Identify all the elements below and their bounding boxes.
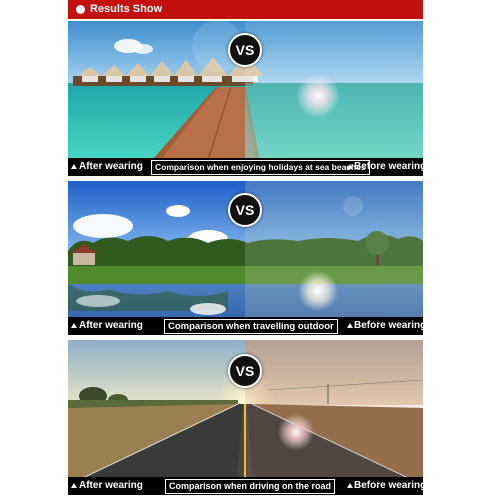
- before-wearing-label: Before wearing: [354, 480, 423, 491]
- up-triangle-icon: [71, 164, 77, 169]
- vs-badge: VS: [228, 33, 262, 67]
- comparison-panel-road: VS After wearing Comparison when driving…: [68, 340, 423, 495]
- caption-bar: After wearing Comparison when travelling…: [68, 317, 423, 335]
- comparison-panel-outdoor: VS After wearing Comparison when travell…: [68, 181, 423, 335]
- up-triangle-icon: [347, 164, 353, 169]
- up-triangle-icon: [71, 323, 77, 328]
- before-wearing-label: Before wearing: [354, 320, 423, 331]
- after-wearing-label: After wearing: [79, 161, 143, 172]
- caption-bar: After wearing Comparison when driving on…: [68, 477, 423, 495]
- after-wearing-label: After wearing: [79, 320, 143, 331]
- comparison-caption: Comparison when enjoying holidays at sea…: [151, 160, 370, 175]
- results-header: Results Show: [68, 0, 423, 19]
- before-wearing-label: Before wearing: [354, 161, 423, 172]
- header-title: Results Show: [90, 3, 163, 15]
- up-triangle-icon: [347, 483, 353, 488]
- header-bullet-icon: [76, 5, 85, 14]
- comparison-caption: Comparison when travelling outdoor: [164, 319, 338, 334]
- after-wearing-label: After wearing: [79, 480, 143, 491]
- vs-badge: VS: [228, 354, 262, 388]
- vs-badge: VS: [228, 193, 262, 227]
- comparison-panel-beach: VS After wearing Comparison when enjoyin…: [68, 21, 423, 176]
- up-triangle-icon: [71, 483, 77, 488]
- caption-bar: After wearing Comparison when enjoying h…: [68, 158, 423, 176]
- up-triangle-icon: [347, 323, 353, 328]
- comparison-caption: Comparison when driving on the road: [165, 479, 336, 494]
